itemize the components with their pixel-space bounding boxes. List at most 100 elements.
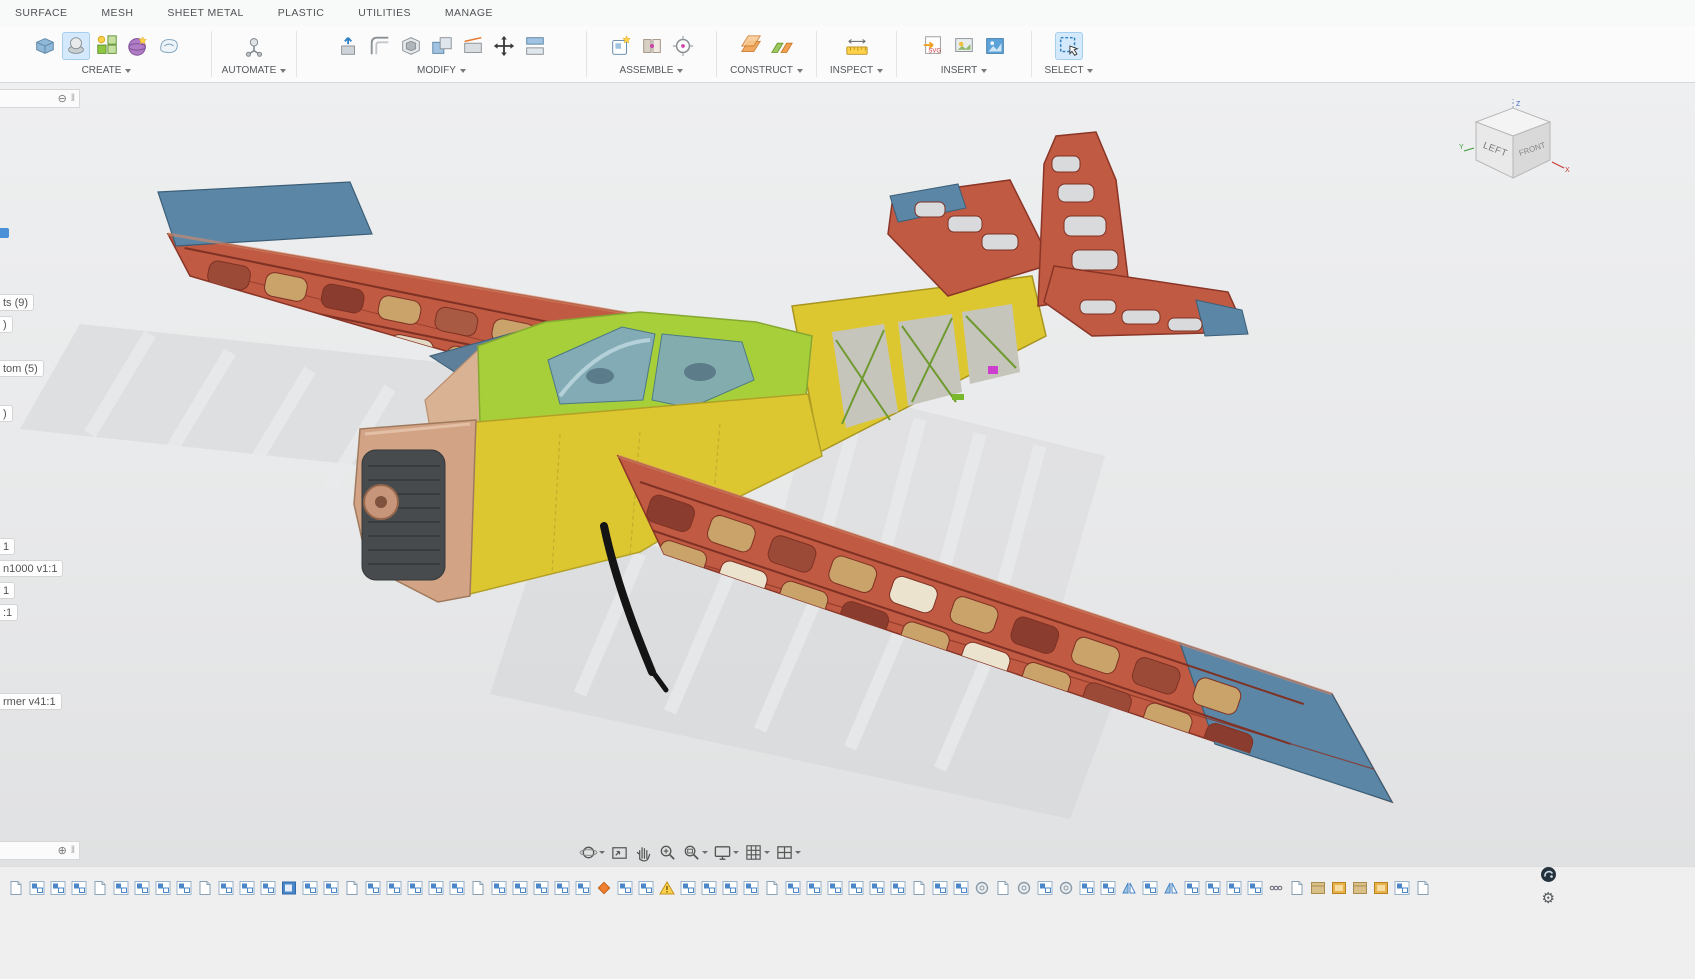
insert-svg-icon[interactable]: SVG bbox=[919, 32, 947, 60]
nav-pan-icon[interactable] bbox=[633, 842, 654, 862]
nav-display-settings-icon[interactable] bbox=[712, 842, 740, 862]
timeline-feature-comp-icon[interactable] bbox=[449, 880, 465, 896]
extrude-icon[interactable] bbox=[62, 32, 90, 60]
timeline-feature-comp-icon[interactable] bbox=[1079, 880, 1095, 896]
timeline-feature-circle-icon[interactable] bbox=[974, 880, 990, 896]
timeline-feature-page-icon[interactable] bbox=[92, 880, 108, 896]
view-cube[interactable]: Z LEFT FRONT Y X bbox=[1458, 96, 1574, 192]
browser-item-fragment[interactable]: 1 bbox=[0, 582, 15, 599]
timeline-feature-tan-icon[interactable] bbox=[1352, 880, 1368, 896]
timeline-feature-comp-icon[interactable] bbox=[680, 880, 696, 896]
browser-item-fragment[interactable]: rmer v41:1 bbox=[0, 693, 62, 710]
timeline-feature-comp-icon[interactable] bbox=[533, 880, 549, 896]
circle-minus-icon[interactable]: ⊖ bbox=[58, 92, 67, 105]
browser-item-fragment[interactable]: tom (5) bbox=[0, 360, 44, 377]
timeline-feature-tan-icon[interactable] bbox=[1310, 880, 1326, 896]
timeline-feature-comp-icon[interactable] bbox=[932, 880, 948, 896]
automate-icon[interactable] bbox=[240, 32, 268, 60]
browser-item-fragment[interactable]: :1 bbox=[0, 604, 18, 621]
move-icon[interactable] bbox=[490, 32, 518, 60]
browser-item-fragment[interactable]: 1 bbox=[0, 538, 15, 555]
timeline-feature-comp-icon[interactable] bbox=[1247, 880, 1263, 896]
timeline-feature-comp-icon[interactable] bbox=[176, 880, 192, 896]
timeline-feature-comp-icon[interactable] bbox=[743, 880, 759, 896]
solid-box-icon[interactable] bbox=[31, 32, 59, 60]
timeline-feature-gold-icon[interactable] bbox=[1331, 880, 1347, 896]
resize-grip-icon[interactable]: ‖ bbox=[71, 845, 75, 856]
timeline-feature-mirror-icon[interactable] bbox=[1121, 880, 1137, 896]
timeline-feature-page-icon[interactable] bbox=[1289, 880, 1305, 896]
timeline-feature-comp-icon[interactable] bbox=[386, 880, 402, 896]
timeline-feature-dots-icon[interactable] bbox=[1268, 880, 1284, 896]
timeline-feature-comp-icon[interactable] bbox=[869, 880, 885, 896]
timeline-feature-comp-icon[interactable] bbox=[239, 880, 255, 896]
timeline-feature-comp-icon[interactable] bbox=[50, 880, 66, 896]
timeline-feature-page-icon[interactable] bbox=[344, 880, 360, 896]
split-icon[interactable] bbox=[459, 32, 487, 60]
timeline-feature-gold-icon[interactable] bbox=[1373, 880, 1389, 896]
automate-dropdown[interactable]: AUTOMATE bbox=[222, 65, 287, 76]
timeline-feature-page-icon[interactable] bbox=[764, 880, 780, 896]
nav-look-at-icon[interactable] bbox=[609, 842, 630, 862]
nav-viewports-icon[interactable] bbox=[774, 842, 802, 862]
timeline-feature-page-icon[interactable] bbox=[197, 880, 213, 896]
insert-dropdown[interactable]: INSERT bbox=[941, 65, 988, 76]
nav-zoom-window-icon[interactable] bbox=[681, 842, 709, 862]
timeline-feature-comp-icon[interactable] bbox=[1142, 880, 1158, 896]
timeline-settings-gear-icon[interactable]: ⚙ bbox=[1542, 891, 1555, 906]
new-component-icon[interactable] bbox=[607, 32, 635, 60]
press-pull-icon[interactable] bbox=[335, 32, 363, 60]
timeline-feature-page-icon[interactable] bbox=[911, 880, 927, 896]
circle-plus-icon[interactable]: ⊕ bbox=[58, 844, 67, 857]
menu-tab-sheet-metal[interactable]: SHEET METAL bbox=[167, 7, 243, 19]
assistant-icon[interactable] bbox=[1541, 867, 1556, 882]
timeline-feature-comp-icon[interactable] bbox=[554, 880, 570, 896]
joint-origin-icon[interactable] bbox=[669, 32, 697, 60]
combine-icon[interactable] bbox=[428, 32, 456, 60]
decal-icon[interactable] bbox=[950, 32, 978, 60]
timeline-feature-comp-icon[interactable] bbox=[575, 880, 591, 896]
model-airplane[interactable] bbox=[0, 84, 1695, 866]
assemble-dropdown[interactable]: ASSEMBLE bbox=[620, 65, 684, 76]
timeline-feature-warn-icon[interactable] bbox=[659, 880, 675, 896]
timeline-feature-comp-icon[interactable] bbox=[260, 880, 276, 896]
timeline-feature-comp-icon[interactable] bbox=[302, 880, 318, 896]
align-icon[interactable] bbox=[521, 32, 549, 60]
timeline-feature-comp-icon[interactable] bbox=[407, 880, 423, 896]
form-icon[interactable] bbox=[155, 32, 183, 60]
timeline-feature-comp-icon[interactable] bbox=[71, 880, 87, 896]
timeline-feature-comp-icon[interactable] bbox=[953, 880, 969, 896]
timeline-feature-comp-icon[interactable] bbox=[155, 880, 171, 896]
timeline-feature-comp-icon[interactable] bbox=[1205, 880, 1221, 896]
timeline-feature-comp-icon[interactable] bbox=[638, 880, 654, 896]
browser-item-fragment[interactable]: ts (9) bbox=[0, 294, 34, 311]
browser-panel-footer[interactable]: ⊕‖ bbox=[0, 841, 80, 860]
timeline-feature-comp-icon[interactable] bbox=[428, 880, 444, 896]
measure-icon[interactable] bbox=[843, 32, 871, 60]
timeline-feature-comp-icon[interactable] bbox=[365, 880, 381, 896]
fillet-icon[interactable] bbox=[366, 32, 394, 60]
timeline-feature-comp-icon[interactable] bbox=[827, 880, 843, 896]
nav-orbit-icon[interactable] bbox=[578, 842, 606, 862]
sphere-icon[interactable] bbox=[124, 32, 152, 60]
timeline-feature-page-icon[interactable] bbox=[1415, 880, 1431, 896]
nav-grid-icon[interactable] bbox=[743, 842, 771, 862]
timeline-feature-comp-icon[interactable] bbox=[512, 880, 528, 896]
construct-dropdown[interactable]: CONSTRUCT bbox=[730, 65, 803, 76]
inspect-dropdown[interactable]: INSPECT bbox=[830, 65, 883, 76]
menu-tab-manage[interactable]: MANAGE bbox=[445, 7, 493, 19]
nav-zoom-icon[interactable] bbox=[657, 842, 678, 862]
midplane-icon[interactable] bbox=[768, 32, 796, 60]
menu-tab-plastic[interactable]: PLASTIC bbox=[278, 7, 325, 19]
canvas-icon[interactable] bbox=[981, 32, 1009, 60]
menu-tab-utilities[interactable]: UTILITIES bbox=[358, 7, 411, 19]
timeline-feature-comp-icon[interactable] bbox=[29, 880, 45, 896]
shell-icon[interactable] bbox=[397, 32, 425, 60]
menu-tab-mesh[interactable]: MESH bbox=[101, 7, 133, 19]
select-icon[interactable] bbox=[1055, 32, 1083, 60]
timeline-feature-comp-icon[interactable] bbox=[848, 880, 864, 896]
timeline-feature-comp-icon[interactable] bbox=[722, 880, 738, 896]
menu-tab-surface[interactable]: SURFACE bbox=[15, 7, 67, 19]
timeline-feature-comp-icon[interactable] bbox=[218, 880, 234, 896]
modify-dropdown[interactable]: MODIFY bbox=[417, 65, 466, 76]
